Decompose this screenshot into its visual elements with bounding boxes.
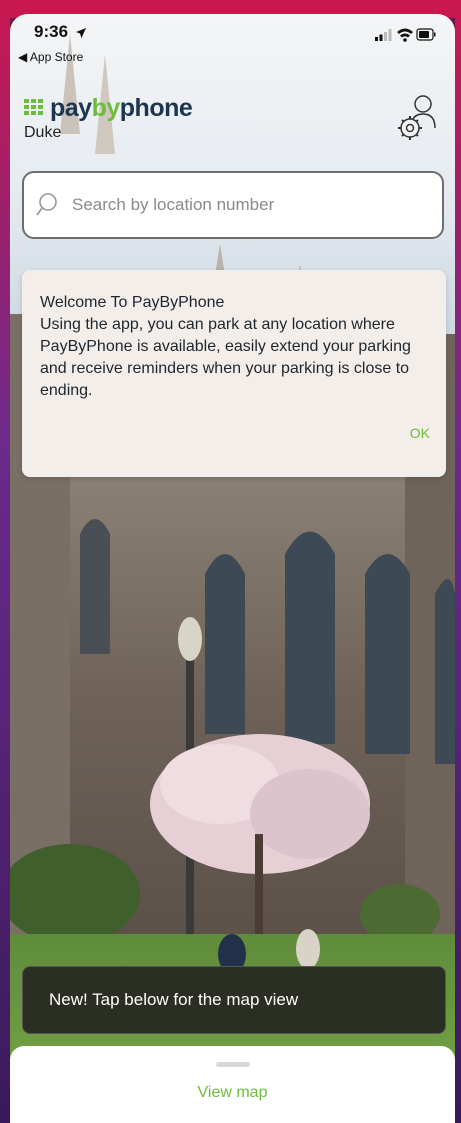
sheet-drag-handle[interactable] xyxy=(216,1062,250,1067)
signal-icon xyxy=(375,29,392,41)
status-bar: 9:36 ◀ App Store xyxy=(10,14,455,70)
back-to-app-store-link[interactable]: ◀ App Store xyxy=(18,50,83,64)
brand-text-by: by xyxy=(91,93,121,122)
grid-logo-icon xyxy=(24,99,43,115)
banner-text: New! Tap below for the map view xyxy=(49,990,299,1009)
paybyphone-logo: pay by phone xyxy=(24,93,193,122)
wifi-icon xyxy=(397,28,413,42)
welcome-card: Welcome To PayByPhone Using the app, you… xyxy=(22,270,446,477)
device-frame-left xyxy=(0,0,10,1123)
account-settings-button[interactable] xyxy=(395,92,441,144)
bottom-sheet[interactable]: View map xyxy=(10,1046,455,1123)
search-input[interactable] xyxy=(72,195,402,215)
welcome-ok-button[interactable]: OK xyxy=(410,425,430,441)
welcome-body: Using the app, you can park at any locat… xyxy=(40,316,411,399)
device-frame-right xyxy=(455,0,461,1123)
map-view-banner[interactable]: New! Tap below for the map view xyxy=(22,966,446,1034)
location-arrow-icon xyxy=(75,27,86,38)
status-time: 9:36 xyxy=(34,22,87,42)
brand-text-pay: pay xyxy=(50,93,92,122)
battery-icon xyxy=(416,28,436,41)
status-icons xyxy=(375,28,437,47)
brand-text-phone: phone xyxy=(119,93,193,122)
brand-subtitle: Duke xyxy=(24,124,62,141)
location-search-bar[interactable] xyxy=(22,171,444,239)
account-settings-icon xyxy=(398,95,436,140)
welcome-title: Welcome To PayByPhone xyxy=(40,294,225,311)
view-map-button[interactable]: View map xyxy=(10,1084,455,1102)
app-screen: 9:36 ◀ App Store pay by phone Duke Searc… xyxy=(10,14,455,1123)
search-icon xyxy=(36,193,57,216)
brand-header: pay by phone Duke xyxy=(24,93,193,142)
